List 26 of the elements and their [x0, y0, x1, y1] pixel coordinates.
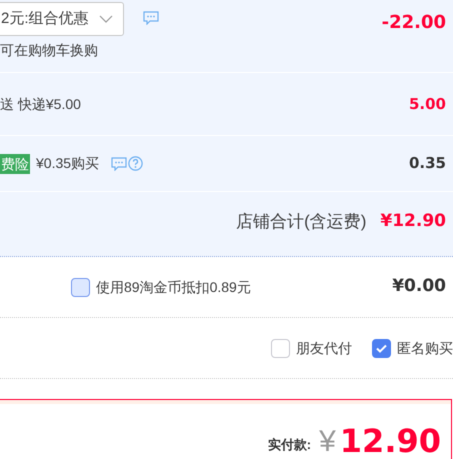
chat-icon[interactable] — [143, 11, 159, 25]
shop-total-amount: ¥12.90 — [380, 210, 446, 234]
promo-amount: -22.00 — [382, 11, 446, 35]
payment-label: 实付款: — [268, 436, 312, 454]
checkbox[interactable] — [271, 338, 290, 358]
checkbox[interactable] — [372, 338, 391, 358]
checkbox[interactable] — [71, 278, 90, 296]
insurance-badge: 费险 — [0, 154, 30, 174]
shipping-label: 送 快递¥5.00 — [0, 94, 81, 114]
option-label[interactable]: 朋友代付 — [296, 338, 352, 358]
coin-amount: ¥0.00 — [392, 275, 446, 298]
promo-note: 可在购物车换购 — [0, 41, 98, 60]
currency-symbol: ¥ — [319, 424, 336, 459]
checkmark-icon — [376, 344, 387, 352]
insurance-label: ¥0.35购买 — [36, 154, 100, 173]
promo-dropdown-value: 2元:组合优惠 — [1, 8, 89, 29]
insurance-amount: 0.35 — [408, 153, 446, 174]
help-icon[interactable] — [128, 156, 144, 171]
shop-total-label: 店铺合计(含运费) — [236, 211, 366, 234]
promo-dropdown[interactable]: 2元:组合优惠 — [0, 2, 124, 36]
chevron-down-icon — [99, 15, 113, 23]
chat-icon[interactable] — [111, 156, 128, 170]
shipping-amount: 5.00 — [408, 94, 446, 115]
payment-amount: 12.90 — [340, 422, 441, 459]
coin-deduction-label: 使用89淘金币抵扣0.89元 — [96, 278, 251, 296]
option-label[interactable]: 匿名购买 — [397, 338, 453, 358]
